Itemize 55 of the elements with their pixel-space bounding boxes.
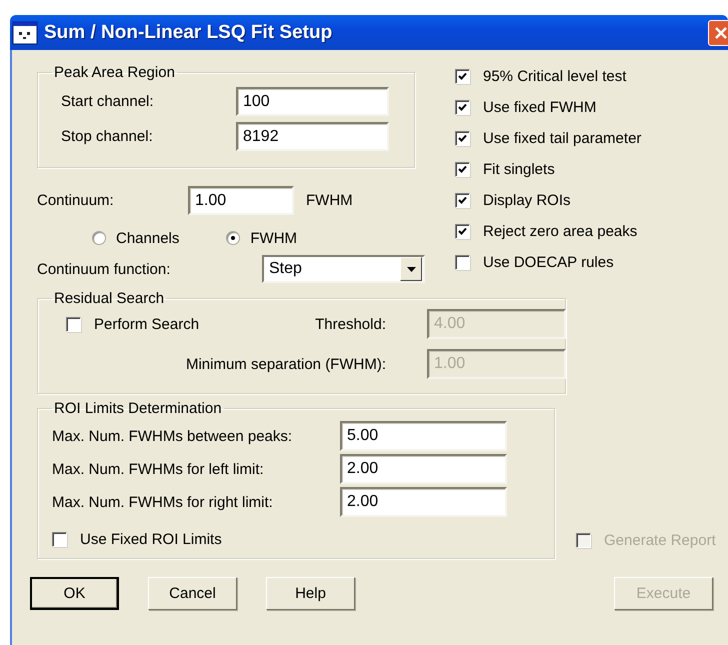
app-icon bbox=[12, 20, 38, 44]
group-title: Peak Area Region bbox=[53, 64, 176, 81]
checkmark-icon bbox=[458, 196, 467, 204]
input-field[interactable]: 2.00 bbox=[340, 487, 507, 517]
checkbox[interactable] bbox=[455, 224, 470, 238]
input-field[interactable]: 8192 bbox=[236, 122, 389, 151]
option-label[interactable]: Reject zero area peaks bbox=[483, 222, 638, 240]
field-label: Max. Num. FWHMs for right limit: bbox=[52, 494, 274, 510]
dialog-button[interactable]: Cancel bbox=[148, 577, 237, 610]
field-label: Continuum: bbox=[37, 192, 114, 209]
dialog-button[interactable]: OK bbox=[30, 577, 119, 610]
group-title: ROI Limits Determination bbox=[53, 400, 223, 417]
radio-label[interactable]: FWHM bbox=[250, 230, 298, 246]
checkmark-icon bbox=[458, 72, 467, 80]
field-label: Max. Num. FWHMs between peaks: bbox=[52, 428, 294, 444]
window-title: Sum / Non-Linear LSQ Fit Setup bbox=[44, 22, 332, 44]
field-label: Stop channel: bbox=[60, 128, 154, 145]
checkmark-icon bbox=[458, 226, 467, 236]
field-label: Continuum function: bbox=[37, 260, 170, 278]
input-field[interactable]: 100 bbox=[236, 87, 389, 116]
field-label: Minimum separation (FWHM): bbox=[186, 356, 386, 372]
checkbox[interactable] bbox=[455, 192, 470, 208]
checkbox[interactable] bbox=[66, 316, 81, 332]
option-label[interactable]: 95% Critical level test bbox=[483, 68, 626, 84]
checkbox-label[interactable]: Perform Search bbox=[94, 316, 200, 332]
close-icon bbox=[714, 26, 728, 40]
checkmark-icon bbox=[458, 134, 467, 142]
checkbox[interactable] bbox=[52, 532, 67, 546]
close-button[interactable] bbox=[708, 20, 728, 46]
checkbox[interactable] bbox=[455, 100, 470, 114]
radio-button[interactable] bbox=[92, 231, 106, 245]
dropdown[interactable]: Step bbox=[262, 255, 425, 283]
option-label[interactable]: Use fixed tail parameter bbox=[483, 130, 642, 146]
input-field[interactable]: 1.00 bbox=[188, 186, 294, 215]
option-label[interactable]: Use DOECAP rules bbox=[483, 254, 614, 270]
checkbox-label[interactable]: Use Fixed ROI Limits bbox=[80, 530, 222, 548]
field-label: Max. Num. FWHMs for left limit: bbox=[52, 460, 265, 478]
checkbox[interactable] bbox=[455, 130, 470, 146]
input-field[interactable]: 5.00 bbox=[340, 421, 507, 451]
checkmark-icon bbox=[458, 164, 467, 174]
dialog-button[interactable]: Help bbox=[266, 577, 355, 610]
radio-label[interactable]: Channels bbox=[116, 230, 180, 246]
option-label[interactable]: Display ROIs bbox=[483, 192, 571, 208]
input-field[interactable]: 2.00 bbox=[340, 454, 507, 484]
checkbox[interactable] bbox=[455, 162, 470, 176]
checkbox[interactable] bbox=[455, 68, 470, 84]
field-label: Threshold: bbox=[315, 316, 386, 332]
option-label[interactable]: Fit singlets bbox=[483, 160, 555, 178]
checkmark-icon bbox=[458, 102, 467, 112]
unit-label: FWHM bbox=[306, 192, 353, 209]
option-label[interactable]: Use fixed FWHM bbox=[483, 98, 596, 116]
field-label: Start channel: bbox=[60, 93, 155, 110]
checkbox[interactable] bbox=[455, 254, 470, 270]
group-title: Residual Search bbox=[53, 290, 166, 307]
radio-button[interactable] bbox=[226, 231, 240, 245]
